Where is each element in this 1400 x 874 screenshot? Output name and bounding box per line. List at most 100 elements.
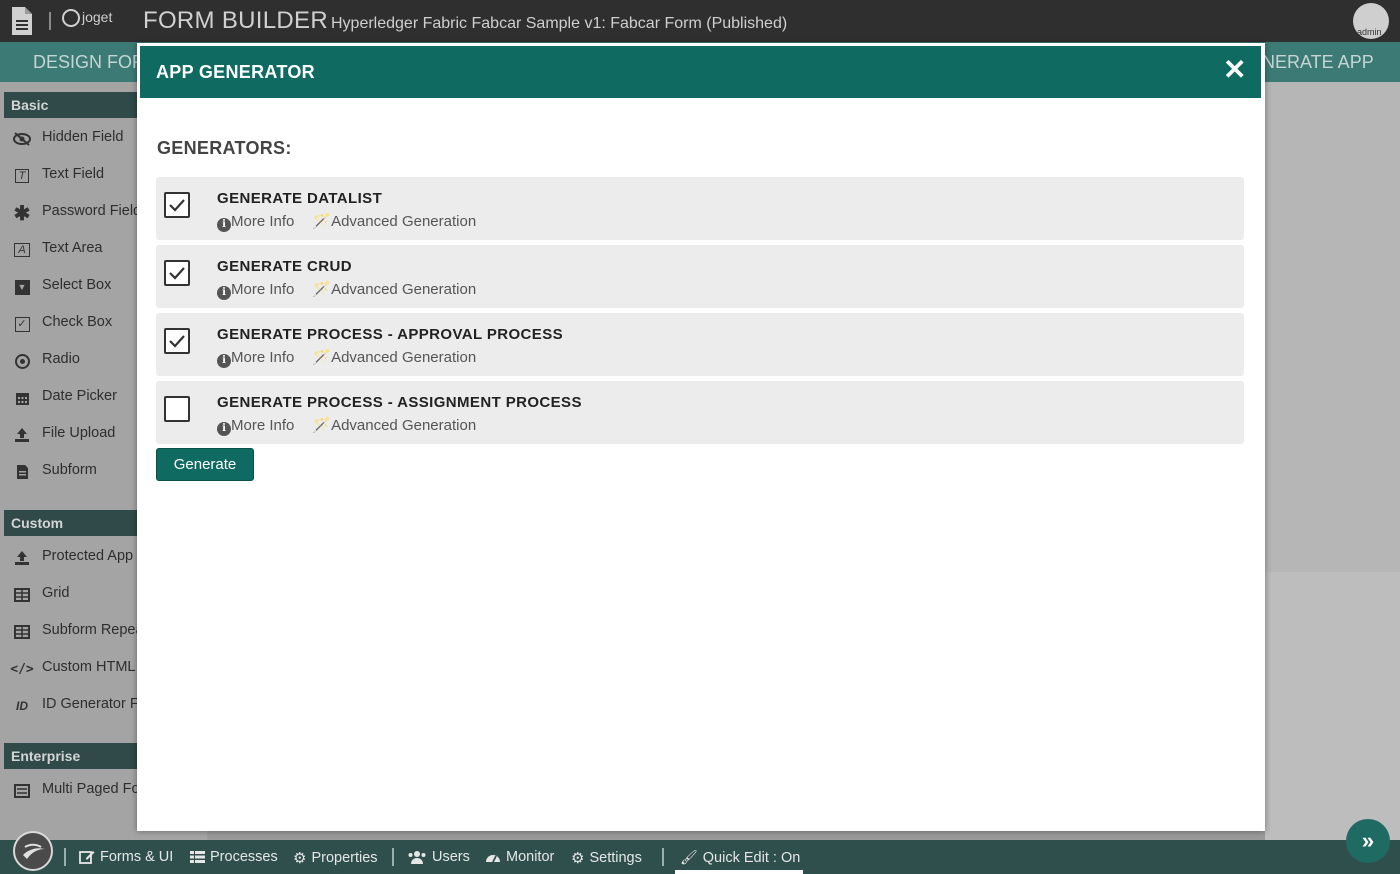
advanced-generation-label: Advanced Generation <box>331 281 477 298</box>
nav-properties-label: Properties <box>311 850 378 866</box>
divider <box>662 848 664 866</box>
builder-title: FORM BUILDER <box>143 7 328 34</box>
palette-item-label: Password Field <box>42 203 142 219</box>
radio-icon <box>13 352 31 370</box>
advanced-generation-label: Advanced Generation <box>331 417 477 434</box>
users-icon <box>408 851 426 864</box>
generator-row-datalist: GENERATE DATALIST i More Info 🪄Advanced Ge… <box>156 177 1244 240</box>
double-chevron-right-icon: » <box>1361 828 1375 853</box>
text-field-icon: T <box>13 167 31 185</box>
palette-item-label: Check Box <box>42 314 113 330</box>
more-info-label: More Info <box>231 281 295 298</box>
quick-edit-toggle[interactable]: 🖌 Quick Edit : On <box>680 849 800 866</box>
generator-links: i More Info 🪄Advanced Generation <box>217 416 476 436</box>
palette-item-label: Text Field <box>42 166 105 182</box>
checkmark-icon <box>169 267 185 280</box>
tab-design-form[interactable]: DESIGN FOR <box>33 52 145 73</box>
form-subtitle: Hyperledger Fabric Fabcar Sample v1: Fab… <box>331 15 788 32</box>
generator-row-approval-process: GENERATE PROCESS - APPROVAL PROCESS i Mor… <box>156 313 1244 376</box>
divider <box>392 848 394 866</box>
joget-logo[interactable]: joget <box>62 9 113 28</box>
magic-wand-icon: 🪄 <box>312 417 332 434</box>
palette-item-label: Subform Repea <box>42 622 144 638</box>
palette-item-label: Select Box <box>42 277 112 293</box>
generator-row-assignment-process: GENERATE PROCESS - ASSIGNMENT PROCESS iM… <box>156 381 1244 444</box>
tab-generate-app[interactable]: NERATE APP <box>1262 52 1374 73</box>
close-icon[interactable]: ✕ <box>1223 56 1246 84</box>
check-box-icon: ✓ <box>13 315 31 333</box>
palette-item-label: Radio <box>42 351 80 367</box>
select-box-icon: ▼ <box>13 278 31 296</box>
generator-name: GENERATE PROCESS - ASSIGNMENT PROCESS <box>217 394 582 411</box>
advanced-generation-link[interactable]: 🪄Advanced Generation <box>312 281 476 298</box>
generator-links: i More Info 🪄Advanced Generation <box>217 348 476 368</box>
nav-monitor-label: Monitor <box>506 849 555 865</box>
nav-users-label: Users <box>432 849 470 865</box>
nav-processes[interactable]: Processes <box>190 849 278 865</box>
palette-item-label: ID Generator F <box>42 696 139 712</box>
palette-item-label: Subform <box>42 462 97 478</box>
avatar-label: admin <box>1357 27 1382 37</box>
generator-row-crud: GENERATE CRUD i More Info 🪄Advanced Genera… <box>156 245 1244 308</box>
magic-wand-icon: 🪄 <box>312 281 332 298</box>
document-icon[interactable] <box>10 6 34 36</box>
upload-icon <box>13 549 31 567</box>
joget-home-icon[interactable] <box>13 831 53 871</box>
checkmark-icon <box>169 199 185 212</box>
palette-item-label: Grid <box>42 585 70 601</box>
nav-users[interactable]: Users <box>407 849 470 865</box>
upload-icon <box>13 426 31 444</box>
gears-icon: ⚙ <box>571 850 585 867</box>
advanced-generation-label: Advanced Generation <box>331 349 477 366</box>
info-icon: i <box>217 218 231 232</box>
logo-text: joget <box>82 9 113 25</box>
canvas-backdrop <box>1265 82 1400 840</box>
file-icon <box>13 463 31 481</box>
eye-slash-icon <box>13 130 31 148</box>
list-icon <box>190 851 205 863</box>
info-icon: i <box>217 422 231 436</box>
quick-edit-indicator <box>675 870 803 874</box>
code-icon: </> <box>10 661 34 677</box>
divider <box>49 12 51 30</box>
category-basic: Basic <box>4 92 144 118</box>
more-info-link[interactable]: i More Info <box>217 417 295 436</box>
divider <box>64 848 66 866</box>
bottom-bar: Forms & UI Processes ⚙ Properties Users … <box>0 831 1400 874</box>
palette-item-label: Multi Paged Fo <box>42 781 140 797</box>
info-icon: i <box>217 286 231 300</box>
canvas-lower <box>1265 572 1400 840</box>
gear-icon: ⚙ <box>293 850 307 867</box>
table-icon <box>13 586 31 604</box>
nav-monitor[interactable]: Monitor <box>485 849 554 865</box>
more-info-link[interactable]: i More Info <box>217 213 295 232</box>
nav-settings[interactable]: ⚙ Settings <box>571 849 642 867</box>
advanced-generation-label: Advanced Generation <box>331 213 477 230</box>
generator-name: GENERATE CRUD <box>217 258 352 275</box>
nav-forms-ui[interactable]: Forms & UI <box>79 849 173 865</box>
generator-checkbox[interactable] <box>164 396 190 422</box>
generator-checkbox[interactable] <box>164 260 190 286</box>
advanced-generation-link[interactable]: 🪄Advanced Generation <box>312 417 476 434</box>
nav-forms-ui-label: Forms & UI <box>100 849 174 865</box>
advanced-generation-link[interactable]: 🪄Advanced Generation <box>312 213 476 230</box>
generator-checkbox[interactable] <box>164 328 190 354</box>
palette-item-label: Hidden Field <box>42 129 124 145</box>
nav-properties[interactable]: ⚙ Properties <box>293 849 378 867</box>
more-info-link[interactable]: i More Info <box>217 349 294 368</box>
more-info-link[interactable]: i More Info <box>217 281 295 300</box>
brush-icon: 🖌 <box>680 849 698 865</box>
dialog-title: APP GENERATOR <box>156 62 315 82</box>
more-info-label: More Info <box>231 417 295 434</box>
generator-checkbox[interactable] <box>164 192 190 218</box>
category-enterprise: Enterprise <box>4 743 144 769</box>
generate-button[interactable]: Generate <box>156 448 254 481</box>
advanced-generation-link[interactable]: 🪄Advanced Generation <box>312 349 476 366</box>
quick-edit-label: Quick Edit : On <box>702 849 801 866</box>
nav-settings-label: Settings <box>589 850 642 866</box>
expand-button[interactable]: » <box>1346 819 1390 863</box>
more-info-label: More Info <box>231 213 295 230</box>
dashboard-icon <box>486 855 500 863</box>
calendar-icon <box>13 389 31 407</box>
avatar[interactable]: admin <box>1353 3 1389 39</box>
